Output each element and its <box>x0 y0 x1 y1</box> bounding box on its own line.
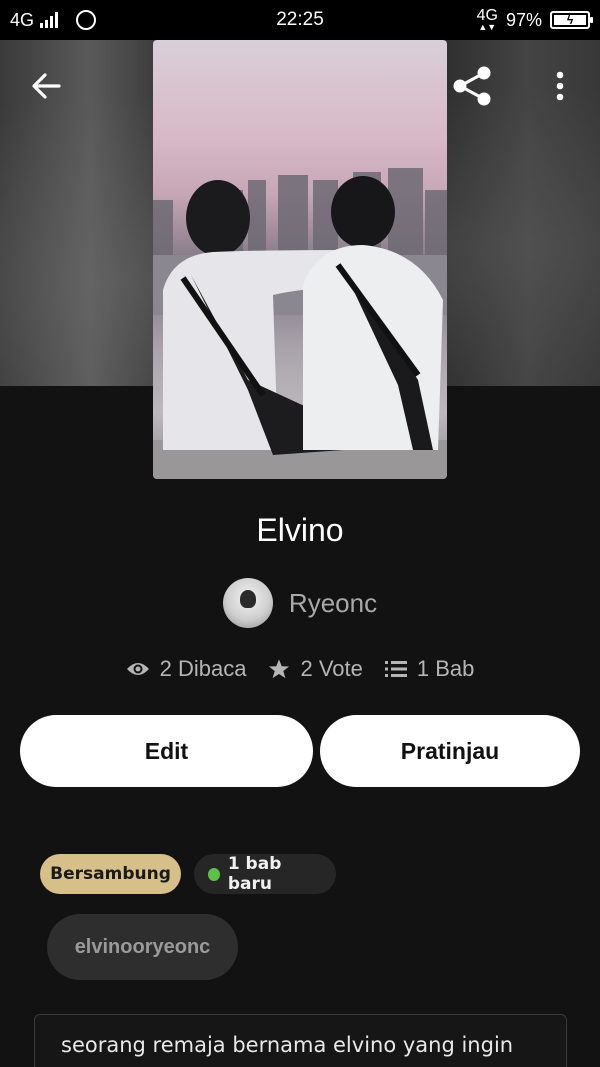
cover-illustration <box>153 168 447 479</box>
votes-stat: 2 Vote <box>268 656 363 682</box>
reads-count: 2 Dibaca <box>159 656 247 681</box>
star-icon <box>269 659 290 679</box>
tag-chip[interactable]: elvinooryeonc <box>47 914 238 980</box>
parts-count: 1 Bab <box>416 656 475 681</box>
green-dot-icon <box>208 867 220 881</box>
story-stats: 2 Dibaca 2 Vote 1 Bab <box>0 656 600 682</box>
arrow-left-icon <box>32 73 61 99</box>
more-options-button[interactable] <box>532 58 588 114</box>
new-chapters-badge: 1 bab baru <box>194 854 336 894</box>
signal-icon <box>40 12 59 28</box>
more-vertical-icon <box>556 71 564 101</box>
description-text: seorang remaja bernama elvino yang ingin <box>61 1033 514 1057</box>
story-description: seorang remaja bernama elvino yang ingin <box>34 1014 567 1067</box>
back-button[interactable] <box>18 58 74 114</box>
preview-button[interactable]: Pratinjau <box>320 715 580 787</box>
author-avatar[interactable] <box>222 578 273 628</box>
status-right: 4G ▲▼ 97% ϟ <box>477 8 593 32</box>
battery-icon: ϟ <box>550 11 593 29</box>
author-row[interactable]: Ryeonc <box>0 578 600 628</box>
cover-image[interactable] <box>153 40 447 479</box>
network-type-right: 4G ▲▼ <box>477 8 498 32</box>
charging-icon: ϟ <box>566 13 574 27</box>
status-left: 4G <box>10 9 97 31</box>
share-button[interactable] <box>445 58 501 114</box>
story-title: Elvino <box>256 512 344 548</box>
eye-icon <box>126 663 149 675</box>
status-bar: 4G 22:25 4G ▲▼ 97% ϟ <box>0 0 600 40</box>
parts-stat: 1 Bab <box>384 656 475 682</box>
share-icon <box>453 66 491 106</box>
edit-button[interactable]: Edit <box>20 715 313 787</box>
votes-count: 2 Vote <box>300 656 363 681</box>
network-type-left: 4G <box>10 9 35 30</box>
data-arrows-icon: ▲▼ <box>478 22 497 32</box>
list-icon <box>384 661 407 677</box>
whatsapp-icon <box>76 10 97 30</box>
battery-percent: 97% <box>505 9 542 30</box>
reads-stat: 2 Dibaca <box>126 656 247 682</box>
new-chapters-label: 1 bab baru <box>227 854 282 894</box>
status-badge: Bersambung <box>40 854 181 894</box>
author-name[interactable]: Ryeonc <box>289 588 377 619</box>
